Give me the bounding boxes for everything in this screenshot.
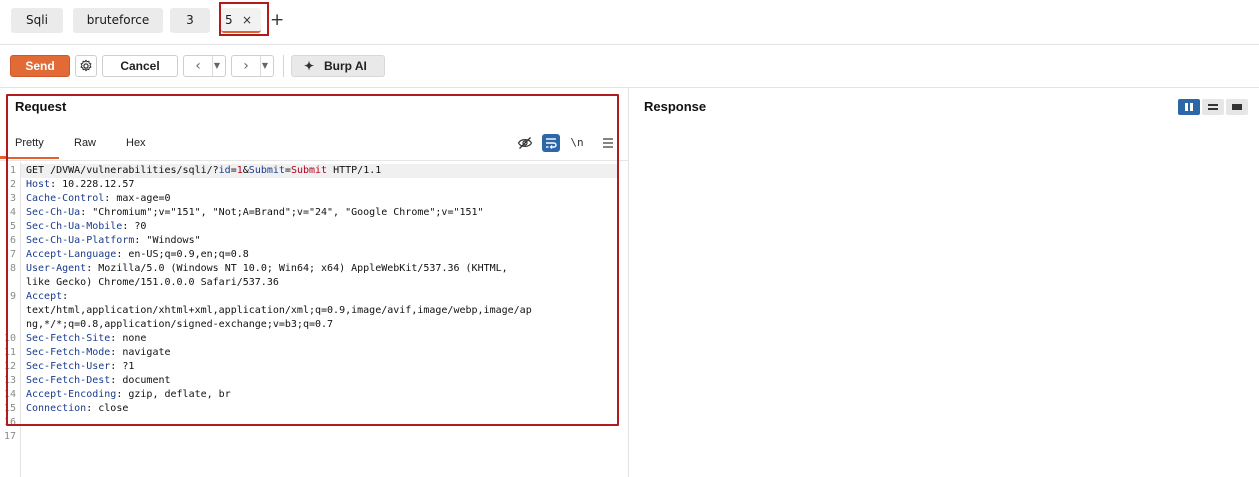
left-edge-accent [0, 156, 6, 158]
add-tab-icon[interactable]: + [270, 10, 284, 30]
back-nav-group: ‹ ▼ [183, 55, 226, 77]
split-horizontal-layout-button[interactable] [1178, 99, 1200, 115]
layout-toggle-group [1178, 99, 1248, 115]
tab-bruteforce[interactable]: bruteforce [73, 8, 163, 33]
rows-icon [1208, 104, 1218, 106]
burp-repeater-window: Sqli bruteforce 3 5 × + Send Cancel ‹ ▼ [0, 0, 1259, 477]
repeater-tab-bar: Sqli bruteforce 3 5 × + [0, 0, 1259, 45]
tab-label: Sqli [26, 13, 48, 27]
send-button[interactable]: Send [10, 55, 70, 77]
split-vertical-layout-button[interactable] [1202, 99, 1224, 115]
line-number: 17 [3, 431, 16, 442]
response-panel: Response [629, 87, 1259, 477]
back-history-dropdown-icon[interactable]: ▼ [209, 56, 225, 76]
tab-highlight-box [219, 2, 269, 36]
repeater-toolbar: Send Cancel ‹ ▼ › ▼ ✦ Burp AI [0, 45, 1259, 87]
columns-icon-bar [1190, 103, 1193, 111]
forward-nav-group: › ▼ [231, 55, 274, 77]
forward-history-dropdown-icon[interactable]: ▼ [257, 56, 273, 76]
burp-ai-label: Burp AI [324, 59, 367, 73]
tabbed-layout-button[interactable] [1226, 99, 1248, 115]
cancel-button[interactable]: Cancel [102, 55, 178, 77]
burp-ai-button[interactable]: ✦ Burp AI [291, 55, 385, 77]
tab-sqli[interactable]: Sqli [11, 8, 63, 33]
settings-button[interactable] [75, 55, 97, 77]
response-title: Response [644, 99, 707, 114]
gear-icon [80, 59, 92, 72]
rows-icon-bar [1208, 108, 1218, 110]
sparkle-icon: ✦ [304, 59, 315, 73]
columns-icon [1185, 103, 1188, 111]
single-pane-icon [1232, 104, 1242, 110]
toolbar-divider [283, 55, 284, 77]
tab-label: 3 [186, 13, 194, 27]
tab-3[interactable]: 3 [170, 8, 210, 33]
request-highlight-box [6, 94, 619, 426]
tab-label: bruteforce [86, 13, 150, 27]
